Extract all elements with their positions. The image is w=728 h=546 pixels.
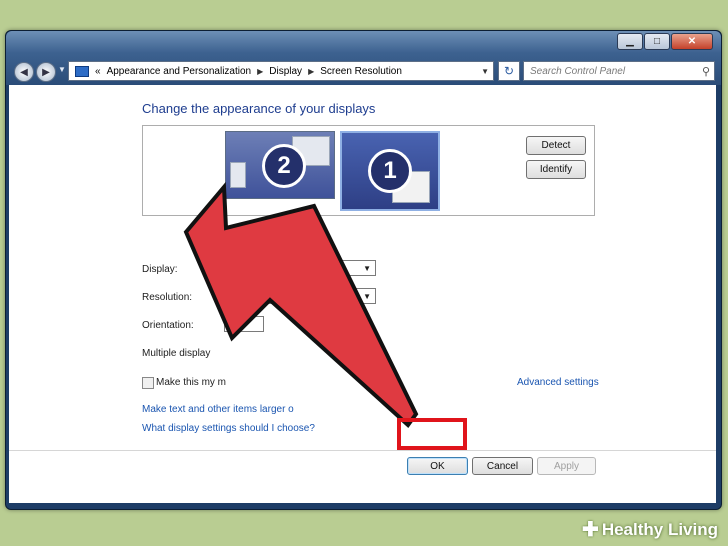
detect-button[interactable]: Detect <box>526 136 586 155</box>
text-size-link[interactable]: Make text and other items larger o <box>142 404 294 415</box>
monitor-number-badge: 2 <box>262 144 306 188</box>
search-icon[interactable]: ⚲ <box>702 65 710 78</box>
orientation-label: Orientation: <box>142 320 194 331</box>
chevron-down-icon: ▼ <box>363 263 371 273</box>
forward-button[interactable]: ▶ <box>36 62 56 82</box>
search-input[interactable]: Search Control Panel <box>524 66 625 77</box>
ok-button[interactable]: OK <box>407 457 468 475</box>
control-panel-icon <box>75 65 89 77</box>
address-bar[interactable]: « Appearance and Personalization ▶ Displ… <box>68 61 494 81</box>
resolution-value-start: (r <box>287 290 294 302</box>
breadcrumb-separator-icon[interactable]: ▶ <box>308 67 314 76</box>
breadcrumb-display[interactable]: Display <box>269 66 302 77</box>
display-preview: 2 1 Detect Identify <box>142 125 595 216</box>
monitor-1[interactable]: 1 <box>340 131 440 211</box>
window-controls: ▁ □ ✕ <box>617 33 713 50</box>
resolution-label: Resolution: <box>142 292 193 303</box>
screen-resolution-panel: Change the appearance of your displays 2… <box>9 85 716 503</box>
gadget-thumbnail-icon <box>230 162 246 188</box>
orientation-value: La <box>229 318 241 330</box>
cancel-button[interactable]: Cancel <box>472 457 533 475</box>
chevron-down-icon: ▼ <box>363 291 371 301</box>
minimize-button[interactable]: ▁ <box>617 33 643 50</box>
resolution-select[interactable]: (r d) ▼ <box>224 288 376 304</box>
watermark-text: Healthy Living <box>601 519 718 539</box>
footer-divider <box>9 450 716 451</box>
healthy-living-watermark: ✚ Healthy Living <box>582 517 718 542</box>
orientation-select[interactable]: La <box>224 316 264 332</box>
page-title: Change the appearance of your displays <box>142 101 376 116</box>
refresh-button[interactable]: ↻ <box>498 61 520 81</box>
ok-button-highlight <box>397 418 467 450</box>
display-select[interactable]: E177FP ▼ <box>224 260 376 276</box>
display-value: E177FP <box>289 262 326 274</box>
control-panel-window: ▁ □ ✕ ◀ ▶ ▼ « Appearance and Personaliza… <box>5 30 722 510</box>
breadcrumb-screen-resolution[interactable]: Screen Resolution <box>320 66 402 77</box>
monitor-2[interactable]: 2 <box>225 131 335 199</box>
back-button[interactable]: ◀ <box>14 62 34 82</box>
healthy-living-logo-icon: ✚ <box>582 519 599 541</box>
display-label: Display: <box>142 264 178 275</box>
address-dropdown-icon[interactable]: ▼ <box>481 67 489 76</box>
monitor-number-badge: 1 <box>368 149 412 193</box>
display-settings-help-link[interactable]: What display settings should I choose? <box>142 423 315 434</box>
search-box[interactable]: Search Control Panel ⚲ <box>523 61 715 81</box>
advanced-settings-link[interactable]: Advanced settings <box>517 377 599 388</box>
multiple-displays-label: Multiple display <box>142 348 211 359</box>
make-main-display-checkbox[interactable] <box>142 377 154 389</box>
breadcrumb-overflow[interactable]: « <box>95 66 101 77</box>
breadcrumb-separator-icon[interactable]: ▶ <box>257 67 263 76</box>
refresh-icon: ↻ <box>503 64 515 78</box>
identify-button[interactable]: Identify <box>526 160 586 179</box>
forward-arrow-icon: ▶ <box>42 66 50 78</box>
maximize-button[interactable]: □ <box>644 33 670 50</box>
make-main-display-label: Make this my m <box>156 377 227 388</box>
recent-pages-dropdown[interactable]: ▼ <box>58 65 66 74</box>
back-arrow-icon: ◀ <box>20 66 28 78</box>
apply-button[interactable]: Apply <box>537 457 596 475</box>
close-button[interactable]: ✕ <box>671 33 713 50</box>
resolution-value-end: d) <box>333 290 343 302</box>
title-bar: ▁ □ ✕ ◀ ▶ ▼ « Appearance and Personaliza… <box>6 31 721 85</box>
breadcrumb-appearance[interactable]: Appearance and Personalization <box>107 66 252 77</box>
